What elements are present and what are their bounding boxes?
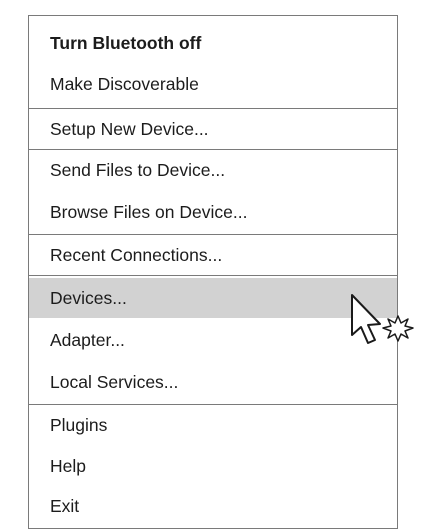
menu-item-exit[interactable]: Exit	[29, 486, 397, 526]
menu-item-devices[interactable]: Devices...	[29, 278, 397, 318]
menu-item-send-files-to-device[interactable]: Send Files to Device...	[29, 150, 397, 190]
menu-item-help[interactable]: Help	[29, 446, 397, 486]
menu-item-local-services[interactable]: Local Services...	[29, 362, 397, 402]
menu-item-browse-files-on-device[interactable]: Browse Files on Device...	[29, 192, 397, 232]
menu-item-recent-connections[interactable]: Recent Connections...	[29, 235, 397, 275]
menu-item-adapter[interactable]: Adapter...	[29, 320, 397, 360]
menu-separator	[29, 275, 397, 276]
click-cursor-icon	[351, 294, 414, 344]
menu-item-plugins[interactable]: Plugins	[29, 405, 397, 445]
menu-item-make-discoverable[interactable]: Make Discoverable	[29, 64, 397, 104]
bluetooth-context-menu: Turn Bluetooth off Make Discoverable Set…	[28, 15, 398, 529]
menu-item-setup-new-device[interactable]: Setup New Device...	[29, 109, 397, 149]
menu-item-turn-bluetooth-off[interactable]: Turn Bluetooth off	[29, 23, 397, 63]
